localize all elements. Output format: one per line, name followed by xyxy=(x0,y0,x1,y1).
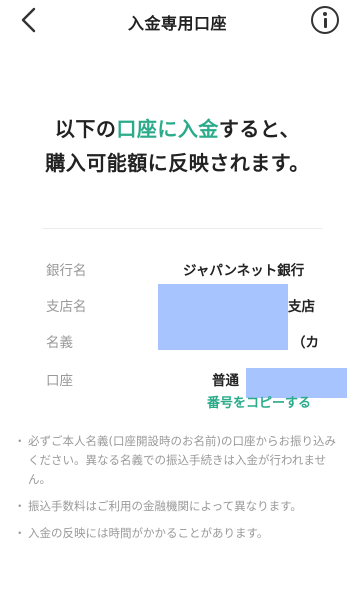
header: 入金専用口座 xyxy=(0,0,355,44)
page-title: 入金専用口座 xyxy=(127,14,227,33)
headline-accent: 口座に入金 xyxy=(116,117,219,141)
name-row: 名義 （カ xyxy=(0,331,355,355)
branch-suffix: 支店 xyxy=(288,299,315,315)
name-label: 名義 xyxy=(46,335,73,351)
copy-number-link[interactable]: 番号をコピーする xyxy=(207,394,311,414)
bank-value: ジャパンネット銀行 xyxy=(183,263,305,279)
name-suffix: （カ xyxy=(292,335,319,351)
bank-row: 銀行名 ジャパンネット銀行 xyxy=(0,259,355,283)
headline-line2: 購入可能額に反映されます。 xyxy=(45,151,310,175)
account-type: 普通 xyxy=(212,373,239,389)
branch-label: 支店名 xyxy=(46,299,87,315)
note-item: ・入金の反映には時間がかかることがあります。 xyxy=(14,526,269,540)
divider xyxy=(42,228,322,229)
bank-label: 銀行名 xyxy=(46,263,87,279)
note-item: ・振込手数料はご利用の金融機関によって異なります。 xyxy=(14,499,302,513)
info-button[interactable] xyxy=(311,6,339,34)
account-label: 口座 xyxy=(46,373,73,389)
headline-line1: 以下の口座に入金すると、 xyxy=(54,117,301,141)
note-item: ・必ずご本人名義(口座開設時のお名前)の口座からお振り込みください。異なる名義で… xyxy=(14,434,336,486)
notes-list: ・必ずご本人名義(口座開設時のお名前)の口座からお振り込みください。異なる名義で… xyxy=(14,432,347,551)
branch-row: 支店名 支店 xyxy=(0,295,355,319)
headline: 以下の口座に入金すると、 購入可能額に反映されます。 xyxy=(0,112,355,180)
